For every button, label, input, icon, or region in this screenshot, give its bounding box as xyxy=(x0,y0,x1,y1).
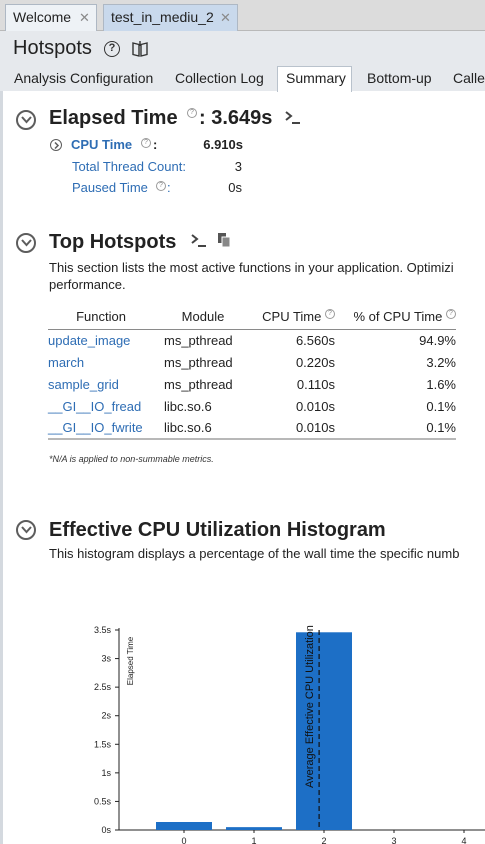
tab-welcome[interactable]: Welcome ✕ xyxy=(5,4,97,31)
table-row: update_image ms_pthread 6.560s 94.9% xyxy=(48,329,456,351)
elapsed-time-value: : 3.649s xyxy=(199,107,273,129)
close-icon[interactable]: ✕ xyxy=(220,5,231,30)
y-tick-label: 1.5s xyxy=(94,739,112,749)
average-utilization-label: Average Effective CPU Utilization xyxy=(304,625,316,788)
paused-time-colon: : xyxy=(167,180,171,195)
tab-bottom-up[interactable]: Bottom-up xyxy=(367,67,432,91)
help-icon[interactable]: ? xyxy=(446,309,456,320)
function-link[interactable]: march xyxy=(48,351,154,373)
elapsed-time-title: Elapsed Time xyxy=(49,107,178,129)
document-tab-strip: Welcome ✕ test_in_mediu_2 ✕ xyxy=(0,0,485,31)
cpu-time-value: 6.910s xyxy=(203,137,243,152)
y-tick-label: 0.5s xyxy=(94,796,112,806)
terminal-icon[interactable] xyxy=(285,111,301,125)
description-line: performance. xyxy=(49,277,126,292)
cpu-time-cell: 0.110s xyxy=(296,376,335,392)
x-tick-label: 2 xyxy=(321,836,326,844)
help-icon[interactable]: ? xyxy=(104,41,120,57)
na-footnote: *N/A is applied to non-summable metrics. xyxy=(49,454,214,464)
cpu-time-cell: 0.220s xyxy=(295,354,335,370)
module-cell: ms_pthread xyxy=(164,376,233,392)
x-tick-label: 1 xyxy=(251,836,256,844)
top-hotspots-title: Top Hotspots xyxy=(49,231,177,253)
table-row: __GI__IO_fread libc.so.6 0.010s 0.1% xyxy=(48,395,456,417)
column-header-module[interactable]: Module xyxy=(154,305,242,330)
y-tick-label: 3.5s xyxy=(94,625,112,635)
x-tick-label: 0 xyxy=(181,836,186,844)
y-tick-label: 1s xyxy=(101,768,111,778)
help-icon[interactable]: ? xyxy=(325,309,335,320)
pct-cpu-time-cell: 94.9% xyxy=(419,332,456,348)
function-link[interactable]: __GI__IO_fwrite xyxy=(48,417,154,440)
paused-time-value: 0s xyxy=(228,180,242,195)
y-tick-label: 2.5s xyxy=(94,682,112,692)
analysis-tab-bar: Analysis Configuration Collection Log Su… xyxy=(0,66,485,92)
terminal-icon[interactable] xyxy=(191,234,207,248)
pct-cpu-time-cell: 1.6% xyxy=(426,376,456,392)
collapse-elapsed-icon[interactable] xyxy=(16,110,36,130)
histogram-bar xyxy=(226,827,282,830)
hotspots-table: Function Module CPU Time ? % of CPU Time… xyxy=(48,305,456,440)
y-tick-label: 3s xyxy=(101,654,111,664)
table-row: __GI__IO_fwrite libc.so.6 0.010s 0.1% xyxy=(48,417,456,440)
y-axis-label: Elapsed Time xyxy=(126,636,135,685)
help-icon[interactable]: ? xyxy=(187,108,197,118)
column-header-cpu-time[interactable]: CPU Time ? xyxy=(242,305,340,330)
module-cell: libc.so.6 xyxy=(164,398,212,414)
close-icon[interactable]: ✕ xyxy=(79,5,90,30)
description-line: This section lists the most active funct… xyxy=(49,260,454,275)
histogram-title: Effective CPU Utilization Histogram xyxy=(49,519,386,541)
cpu-time-cell: 6.560s xyxy=(295,332,335,348)
result-viewer: Hotspots ? Analysis Configuration Collec… xyxy=(0,31,485,844)
table-row: sample_grid ms_pthread 0.110s 1.6% xyxy=(48,373,456,395)
page-title: Hotspots xyxy=(13,37,92,59)
collapse-hotspots-icon[interactable] xyxy=(16,233,36,253)
cpu-time-cell: 0.010s xyxy=(242,417,340,440)
module-cell: libc.so.6 xyxy=(154,417,242,440)
tab-label: test_in_mediu_2 xyxy=(111,9,214,25)
x-tick-label: 3 xyxy=(391,836,396,844)
book-icon[interactable] xyxy=(131,40,149,58)
viewer-header: Hotspots ? Analysis Configuration Collec… xyxy=(0,31,485,92)
pct-cpu-time-cell: 0.1% xyxy=(340,417,456,440)
tab-collection-log[interactable]: Collection Log xyxy=(175,67,264,91)
tab-analysis-configuration[interactable]: Analysis Configuration xyxy=(14,67,153,91)
cpu-utilization-histogram: 0s 0.5s 1s 1.5s 2s 2.5s 3s 3.5s Elapsed Time 0 1 2 3… xyxy=(94,625,485,844)
cpu-time-label[interactable]: CPU Time xyxy=(71,137,132,152)
help-icon[interactable]: ? xyxy=(141,138,151,148)
expand-cpu-time-icon[interactable] xyxy=(50,139,62,151)
tab-test-in-mediu-2[interactable]: test_in_mediu_2 ✕ xyxy=(103,4,238,31)
module-cell: ms_pthread xyxy=(164,354,233,370)
pct-cpu-time-cell: 3.2% xyxy=(426,354,456,370)
cpu-time-colon: : xyxy=(153,137,158,152)
tab-summary[interactable]: Summary xyxy=(277,66,352,92)
module-cell: ms_pthread xyxy=(164,332,233,348)
y-tick-label: 2s xyxy=(101,711,111,721)
collapse-histogram-icon[interactable] xyxy=(16,520,36,540)
copy-icon[interactable] xyxy=(217,232,232,248)
tab-caller-callee[interactable]: Calle xyxy=(453,67,485,91)
cpu-time-cell: 0.010s xyxy=(295,398,335,414)
histogram-description: This histogram displays a percentage of … xyxy=(49,546,460,561)
table-header-row: Function Module CPU Time ? % of CPU Time… xyxy=(48,305,456,330)
table-row: march ms_pthread 0.220s 3.2% xyxy=(48,351,456,373)
histogram-bar xyxy=(156,822,212,830)
column-header-pct-cpu-time[interactable]: % of CPU Time ? xyxy=(340,305,456,330)
function-link[interactable]: __GI__IO_fread xyxy=(48,395,154,417)
y-tick-label: 0s xyxy=(101,825,111,835)
thread-count-value: 3 xyxy=(234,159,242,174)
paused-time-label: Paused Time xyxy=(72,180,148,195)
function-link[interactable]: sample_grid xyxy=(48,373,154,395)
thread-count-label: Total Thread Count: xyxy=(72,159,186,174)
app-window: Welcome ✕ test_in_mediu_2 ✕ Hotspots ? A… xyxy=(0,0,485,844)
function-link[interactable]: update_image xyxy=(48,329,154,351)
x-tick-label: 4 xyxy=(461,836,466,844)
hotspots-description: This section lists the most active funct… xyxy=(49,259,485,293)
help-icon[interactable]: ? xyxy=(156,181,166,191)
tab-label: Welcome xyxy=(13,9,72,25)
pct-cpu-time-cell: 0.1% xyxy=(426,398,456,414)
column-header-function[interactable]: Function xyxy=(48,305,154,330)
